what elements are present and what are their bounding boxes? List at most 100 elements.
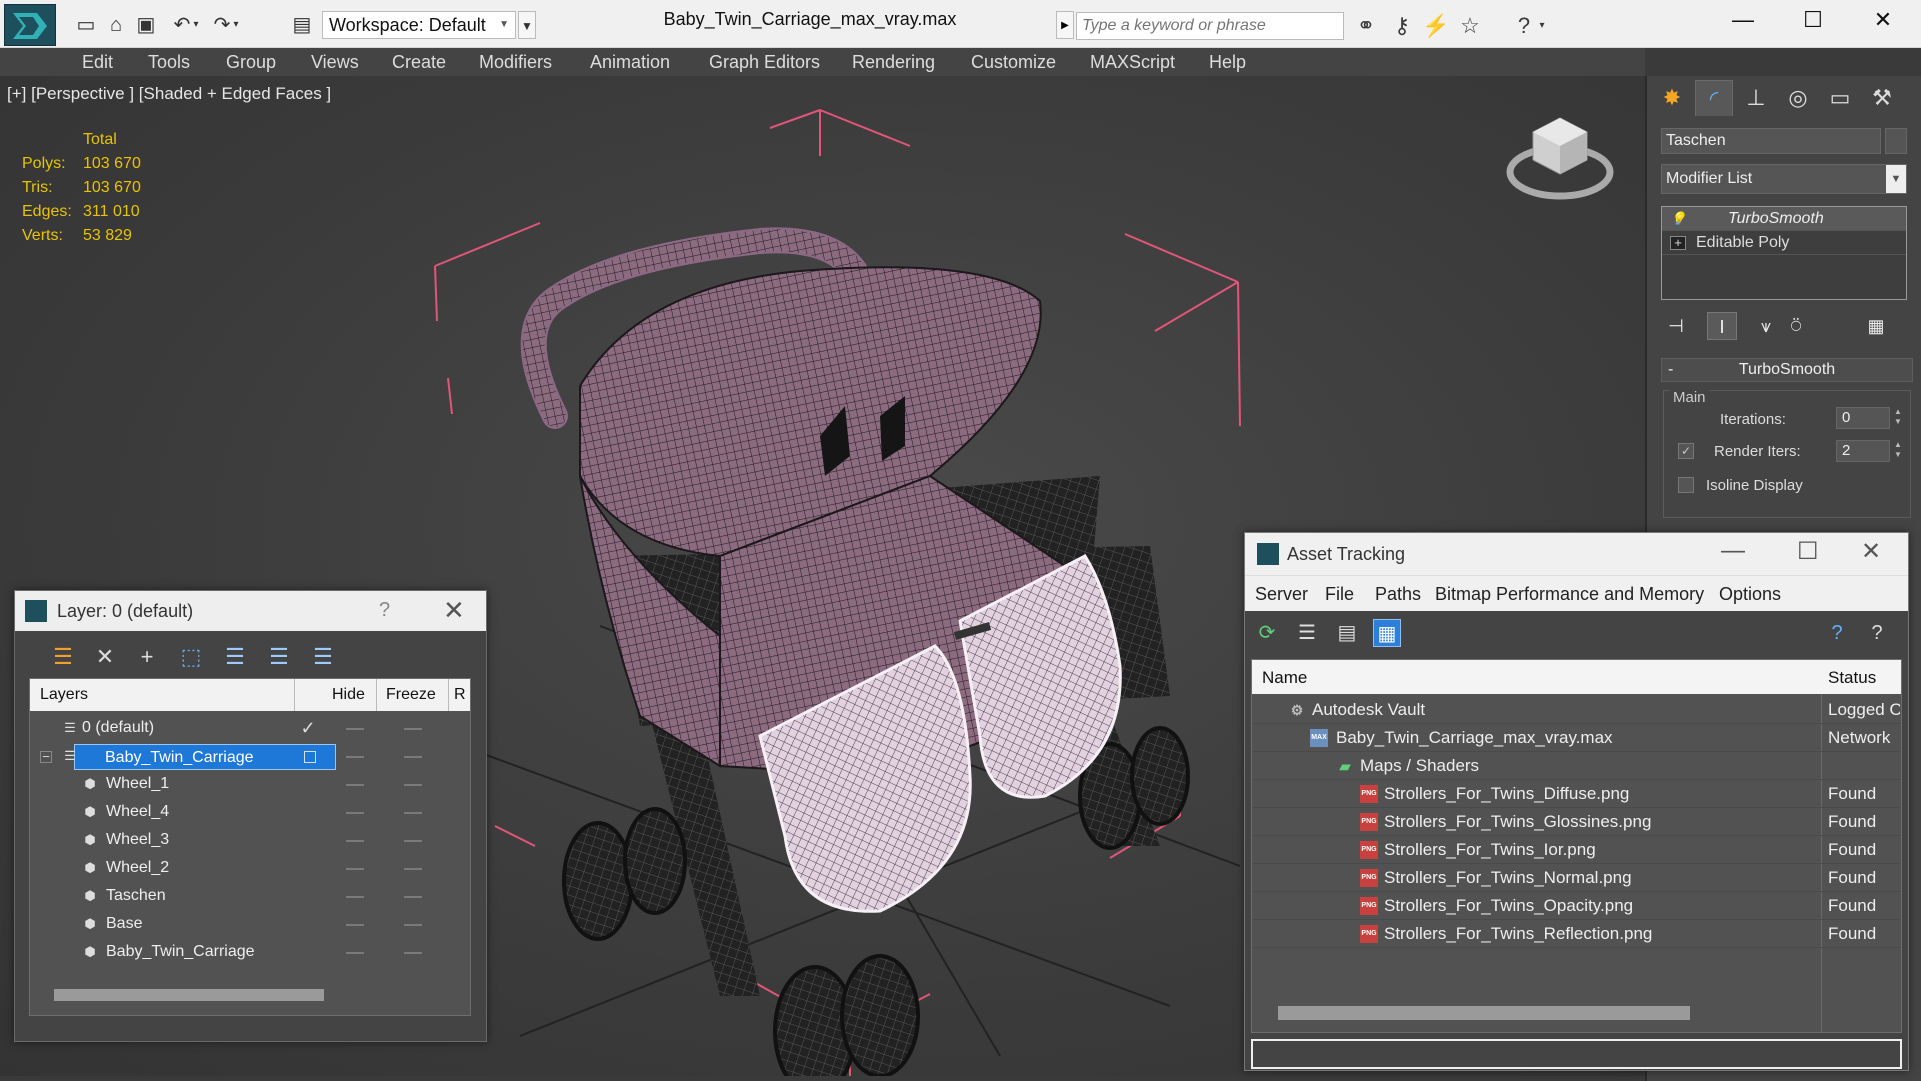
minimize-button[interactable]: — [1708, 0, 1778, 40]
layer-dialog-titlebar[interactable]: Layer: 0 (default) ? ✕ [15, 591, 486, 631]
menu-bitmap-performance[interactable]: Bitmap Performance and Memory [1435, 584, 1704, 605]
column-layers[interactable]: Layers [40, 686, 88, 704]
asset-row[interactable]: ▰ Maps / Shaders [1252, 752, 1901, 780]
remove-modifier-icon[interactable]: ⍥ [1781, 312, 1811, 340]
refresh-icon[interactable]: ⟳ [1253, 619, 1281, 647]
context-help-icon[interactable]: ? [1863, 619, 1891, 647]
lightbulb-icon[interactable]: 💡 [1670, 207, 1686, 231]
asset-row[interactable]: PNG Strollers_For_Twins_Diffuse.png Foun… [1252, 780, 1901, 808]
show-end-result-icon[interactable]: Ⅰ [1707, 312, 1737, 340]
stack-item-turbosmooth[interactable]: 💡 TurboSmooth [1662, 207, 1906, 231]
spinner-arrows-icon[interactable]: ▲ ▼ [1892, 407, 1904, 429]
close-button[interactable]: ✕ [1861, 537, 1881, 566]
menu-options[interactable]: Options [1719, 584, 1781, 605]
layer-row[interactable]: ⬢ Baby_Twin_Carriage [30, 939, 470, 967]
search-input[interactable] [1076, 12, 1344, 40]
menu-tools[interactable]: Tools [148, 50, 190, 74]
menu-graph-editors[interactable]: Graph Editors [709, 50, 820, 74]
asset-path-field[interactable] [1251, 1039, 1902, 1069]
menu-server[interactable]: Server [1255, 584, 1308, 605]
project-folder-icon[interactable]: ▤ [288, 12, 316, 38]
menu-customize[interactable]: Customize [971, 50, 1056, 74]
layer-row[interactable]: ⬢ Wheel_1 [30, 771, 470, 799]
make-unique-icon[interactable]: ⩛ [1751, 312, 1781, 340]
hierarchy-tab-icon[interactable]: ⊥ [1737, 80, 1775, 116]
viewport-label[interactable]: [+] [Perspective ] [Shaded + Edged Faces… [7, 84, 331, 104]
freeze-all-layers-icon[interactable]: ☰ [309, 643, 337, 671]
maximize-button[interactable]: ☐ [1778, 0, 1848, 40]
table-view-icon[interactable]: ▦ [1373, 619, 1401, 647]
asset-row[interactable]: PNG Strollers_For_Twins_Reflection.png F… [1252, 920, 1901, 948]
workspace-dropdown[interactable]: Workspace: Default ▼ [322, 11, 516, 39]
quick-access-menu-icon[interactable]: ▼ [518, 11, 536, 39]
menu-animation[interactable]: Animation [590, 50, 670, 74]
layer-row[interactable]: ⬢ Wheel_2 [30, 855, 470, 883]
close-button[interactable]: ✕ [443, 595, 465, 626]
asset-row[interactable]: ⚙ Autodesk Vault Logged Out [1252, 696, 1901, 724]
select-objects-icon[interactable]: ⬚ [177, 643, 205, 671]
save-file-icon[interactable]: ▣ [132, 12, 160, 38]
tree-view-icon[interactable]: ▤ [1333, 619, 1361, 647]
column-hide[interactable]: Hide [332, 686, 365, 704]
menu-modifiers[interactable]: Modifiers [479, 50, 552, 74]
menu-paths[interactable]: Paths [1375, 584, 1421, 605]
search-expand-icon[interactable]: ▶ [1056, 11, 1074, 39]
menu-group[interactable]: Group [226, 50, 276, 74]
menu-file[interactable]: File [1325, 584, 1354, 605]
turbosmooth-rollout-header[interactable]: - TurboSmooth [1661, 358, 1913, 382]
asset-row[interactable]: PNG Strollers_For_Twins_Normal.png Found [1252, 864, 1901, 892]
asset-row[interactable]: MAX Baby_Twin_Carriage_max_vray.max Netw… [1252, 724, 1901, 752]
horizontal-scrollbar[interactable] [1278, 1006, 1690, 1020]
horizontal-scrollbar[interactable] [54, 989, 324, 1001]
column-freeze[interactable]: Freeze [386, 686, 436, 704]
add-to-layer-icon[interactable]: + [133, 643, 161, 671]
undo-dropdown-icon[interactable]: ▾ [188, 12, 204, 38]
communication-icon[interactable]: ⚡ [1420, 12, 1452, 40]
layer-row[interactable]: ☰ 0 (default) ✓ [30, 715, 470, 743]
pin-stack-icon[interactable]: ⊣ [1661, 312, 1691, 340]
layer-row[interactable]: ⬢ Wheel_4 [30, 799, 470, 827]
help-dropdown-icon[interactable]: ▾ [1534, 12, 1550, 40]
display-tab-icon[interactable]: ▭ [1821, 80, 1859, 116]
menu-views[interactable]: Views [311, 50, 359, 74]
menu-maxscript[interactable]: MAXScript [1090, 50, 1175, 74]
maximize-button[interactable]: ☐ [1797, 537, 1819, 566]
menu-rendering[interactable]: Rendering [852, 50, 935, 74]
create-layer-icon[interactable]: ☰ [49, 643, 77, 671]
layer-row[interactable]: ⬢ Wheel_3 [30, 827, 470, 855]
motion-tab-icon[interactable]: ◎ [1779, 80, 1817, 116]
app-menu-button[interactable] [4, 4, 56, 46]
menu-create[interactable]: Create [392, 50, 446, 74]
key-icon[interactable]: ⚷ [1386, 12, 1418, 40]
binoculars-icon[interactable]: ⚭ [1350, 12, 1382, 40]
column-name[interactable]: Name [1262, 668, 1307, 688]
open-file-icon[interactable]: ⌂ [102, 12, 130, 38]
utilities-tab-icon[interactable]: ⚒ [1863, 80, 1901, 116]
column-render[interactable]: R [454, 686, 466, 704]
render-iters-checkbox[interactable]: ✓ [1678, 443, 1694, 459]
new-file-icon[interactable]: ▭ [72, 12, 100, 38]
active-layer-check-icon[interactable]: ✓ [300, 719, 316, 737]
layer-toggle-icon[interactable] [304, 751, 316, 763]
object-name-field[interactable]: Taschen [1661, 128, 1881, 154]
object-color-swatch[interactable] [1885, 128, 1907, 154]
plus-box-icon[interactable]: + [1670, 236, 1686, 250]
menu-edit[interactable]: Edit [82, 50, 113, 74]
iterations-spinner[interactable]: 0 [1836, 407, 1890, 429]
viewcube-icon[interactable] [1505, 110, 1615, 210]
highlight-layer-icon[interactable]: ☰ [221, 643, 249, 671]
help-button[interactable]: ? [379, 599, 390, 622]
asset-row[interactable]: PNG Strollers_For_Twins_Ior.png Found [1252, 836, 1901, 864]
delete-layer-icon[interactable]: ✕ [91, 643, 119, 671]
modifier-list-dropdown[interactable]: Modifier List ▼ [1661, 164, 1907, 194]
layer-row[interactable]: − ☰ Baby_Twin_Carriage [30, 743, 470, 771]
close-button[interactable]: ✕ [1848, 0, 1918, 40]
favorites-star-icon[interactable]: ☆ [1454, 12, 1486, 40]
configure-sets-icon[interactable]: ▦ [1861, 312, 1891, 340]
menu-help[interactable]: Help [1209, 50, 1246, 74]
redo-dropdown-icon[interactable]: ▾ [228, 12, 244, 38]
layer-row[interactable]: ⬢ Base [30, 911, 470, 939]
asset-dialog-titlebar[interactable]: Asset Tracking — ☐ ✕ [1245, 533, 1908, 575]
collapse-icon[interactable]: − [40, 750, 52, 763]
list-view-icon[interactable]: ☰ [1293, 619, 1321, 647]
